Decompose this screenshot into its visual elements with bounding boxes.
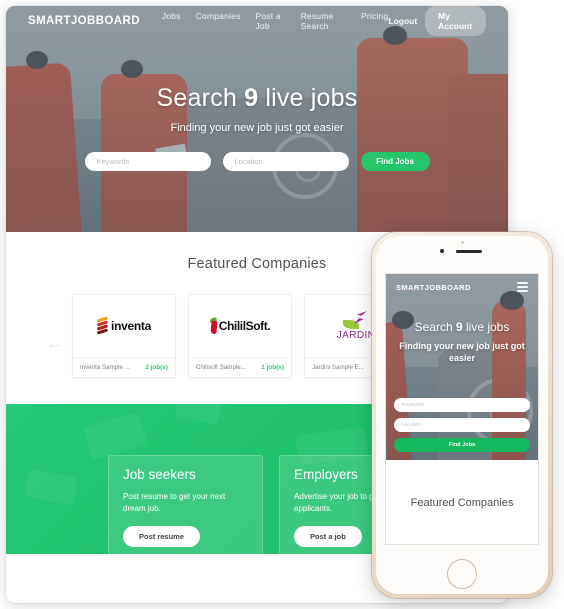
nav-item-post-a-job[interactable]: Post a Job	[255, 11, 285, 31]
chilisoft-logo-icon: ChililSoft.	[208, 316, 271, 335]
company-logo: ChililSoft.	[189, 295, 291, 357]
phone-mockup: SMARTJOBBOARD Search 9 live jobs Finding…	[372, 232, 552, 598]
find-jobs-button[interactable]: Find Jobs	[360, 152, 430, 171]
mobile-keywords-input[interactable]	[394, 398, 530, 412]
post-resume-button[interactable]: Post resume	[123, 526, 201, 548]
company-card-list: inventa Inventa Sample ... 2 job(s) Chil…	[72, 294, 408, 378]
mobile-hero-title-suffix: live jobs	[462, 320, 510, 334]
cta-heading: Job seekers	[123, 467, 196, 482]
page-root: SMARTJOBBOARD Jobs Companies Post a Job …	[0, 0, 564, 609]
cta-background-texture	[174, 404, 223, 426]
mobile-hero-job-count: 9	[455, 320, 463, 334]
company-name: Chilisoft Sample...	[196, 364, 246, 371]
hamburger-menu-icon[interactable]	[517, 282, 528, 292]
jardini-logo-icon: JARDIN	[337, 311, 376, 341]
company-card-footer: Inventa Sample ... 2 job(s)	[73, 357, 175, 377]
inventa-logo-icon: inventa	[96, 315, 151, 335]
job-search-form: Find Jobs	[84, 152, 430, 171]
company-logo-text: inventa	[111, 319, 151, 333]
phone-earpiece-speaker	[456, 250, 482, 253]
nav-item-jobs[interactable]: Jobs	[162, 11, 181, 31]
phone-sensor-dot	[461, 241, 464, 244]
hero-title-suffix: live jobs	[258, 84, 358, 112]
hero-section: SMARTJOBBOARD Jobs Companies Post a Job …	[6, 6, 508, 232]
site-header: SMARTJOBBOARD Jobs Companies Post a Job …	[6, 6, 508, 36]
company-logo: inventa	[73, 295, 175, 357]
my-account-button[interactable]: My Account	[425, 6, 486, 36]
cta-description: Post resume to get your next dream job.	[123, 492, 226, 513]
site-logo[interactable]: SMARTJOBBOARD	[28, 15, 140, 27]
mobile-header: SMARTJOBBOARD	[386, 274, 538, 300]
company-card-footer: Chilisoft Sample... 1 job(s)	[189, 357, 291, 377]
mobile-site-logo[interactable]: SMARTJOBBOARD	[396, 283, 471, 292]
mobile-featured-companies-section: Featured Companies	[386, 460, 538, 544]
carousel-prev-arrow-icon[interactable]: ←	[38, 334, 72, 353]
cta-background-texture	[82, 411, 148, 461]
mobile-job-search-form: Find Jobs	[394, 398, 530, 452]
company-logo-text: ChililSoft.	[218, 319, 271, 333]
hero-title-prefix: Search	[156, 84, 245, 112]
hero-job-count: 9	[244, 84, 259, 112]
header-account-area: Logout My Account	[388, 6, 486, 36]
nav-item-companies[interactable]: Companies	[196, 11, 241, 31]
hero-title: Search 9 live jobs	[157, 84, 358, 113]
company-card[interactable]: ChililSoft. Chilisoft Sample... 1 job(s)	[188, 294, 292, 378]
cta-card-job-seekers: Job seekers Post resume to get your next…	[108, 455, 263, 554]
company-name: Inventa Sample ...	[80, 364, 130, 371]
nav-item-resume-search[interactable]: Resume Search	[301, 11, 346, 31]
inventa-mark-icon	[96, 315, 109, 335]
mobile-featured-companies-title: Featured Companies	[410, 497, 514, 509]
mobile-hero-title: Search 9 live jobs	[396, 320, 528, 334]
phone-screen: SMARTJOBBOARD Search 9 live jobs Finding…	[385, 273, 539, 545]
phone-home-button[interactable]	[447, 559, 477, 589]
company-job-count: 1 job(s)	[261, 364, 284, 371]
mobile-location-input[interactable]	[394, 418, 530, 432]
phone-front-camera-icon	[440, 249, 444, 253]
nav-item-pricing[interactable]: Pricing	[361, 11, 388, 31]
jardini-bird-leaf-icon	[342, 311, 369, 329]
company-logo-text: JARDIN	[336, 330, 376, 341]
company-job-count: 2 job(s)	[145, 364, 168, 371]
chili-pepper-icon	[208, 316, 218, 335]
mobile-hero-section: SMARTJOBBOARD Search 9 live jobs Finding…	[386, 274, 538, 460]
mobile-find-jobs-button[interactable]: Find Jobs	[394, 438, 530, 452]
keywords-input[interactable]	[84, 152, 211, 171]
logout-link[interactable]: Logout	[388, 16, 417, 26]
company-card[interactable]: inventa Inventa Sample ... 2 job(s)	[72, 294, 176, 378]
hero-content: Search 9 live jobs Finding your new job …	[6, 6, 508, 232]
mobile-hero-title-prefix: Search	[414, 320, 456, 334]
post-a-job-button[interactable]: Post a job	[294, 526, 362, 548]
company-name: Jardini Sample E...	[312, 364, 364, 371]
mobile-hero-subtitle: Finding your new job just got easier	[399, 341, 525, 364]
location-input[interactable]	[222, 152, 349, 171]
hero-subtitle: Finding your new job just got easier	[170, 122, 344, 134]
main-navigation: Jobs Companies Post a Job Resume Search …	[162, 11, 388, 31]
